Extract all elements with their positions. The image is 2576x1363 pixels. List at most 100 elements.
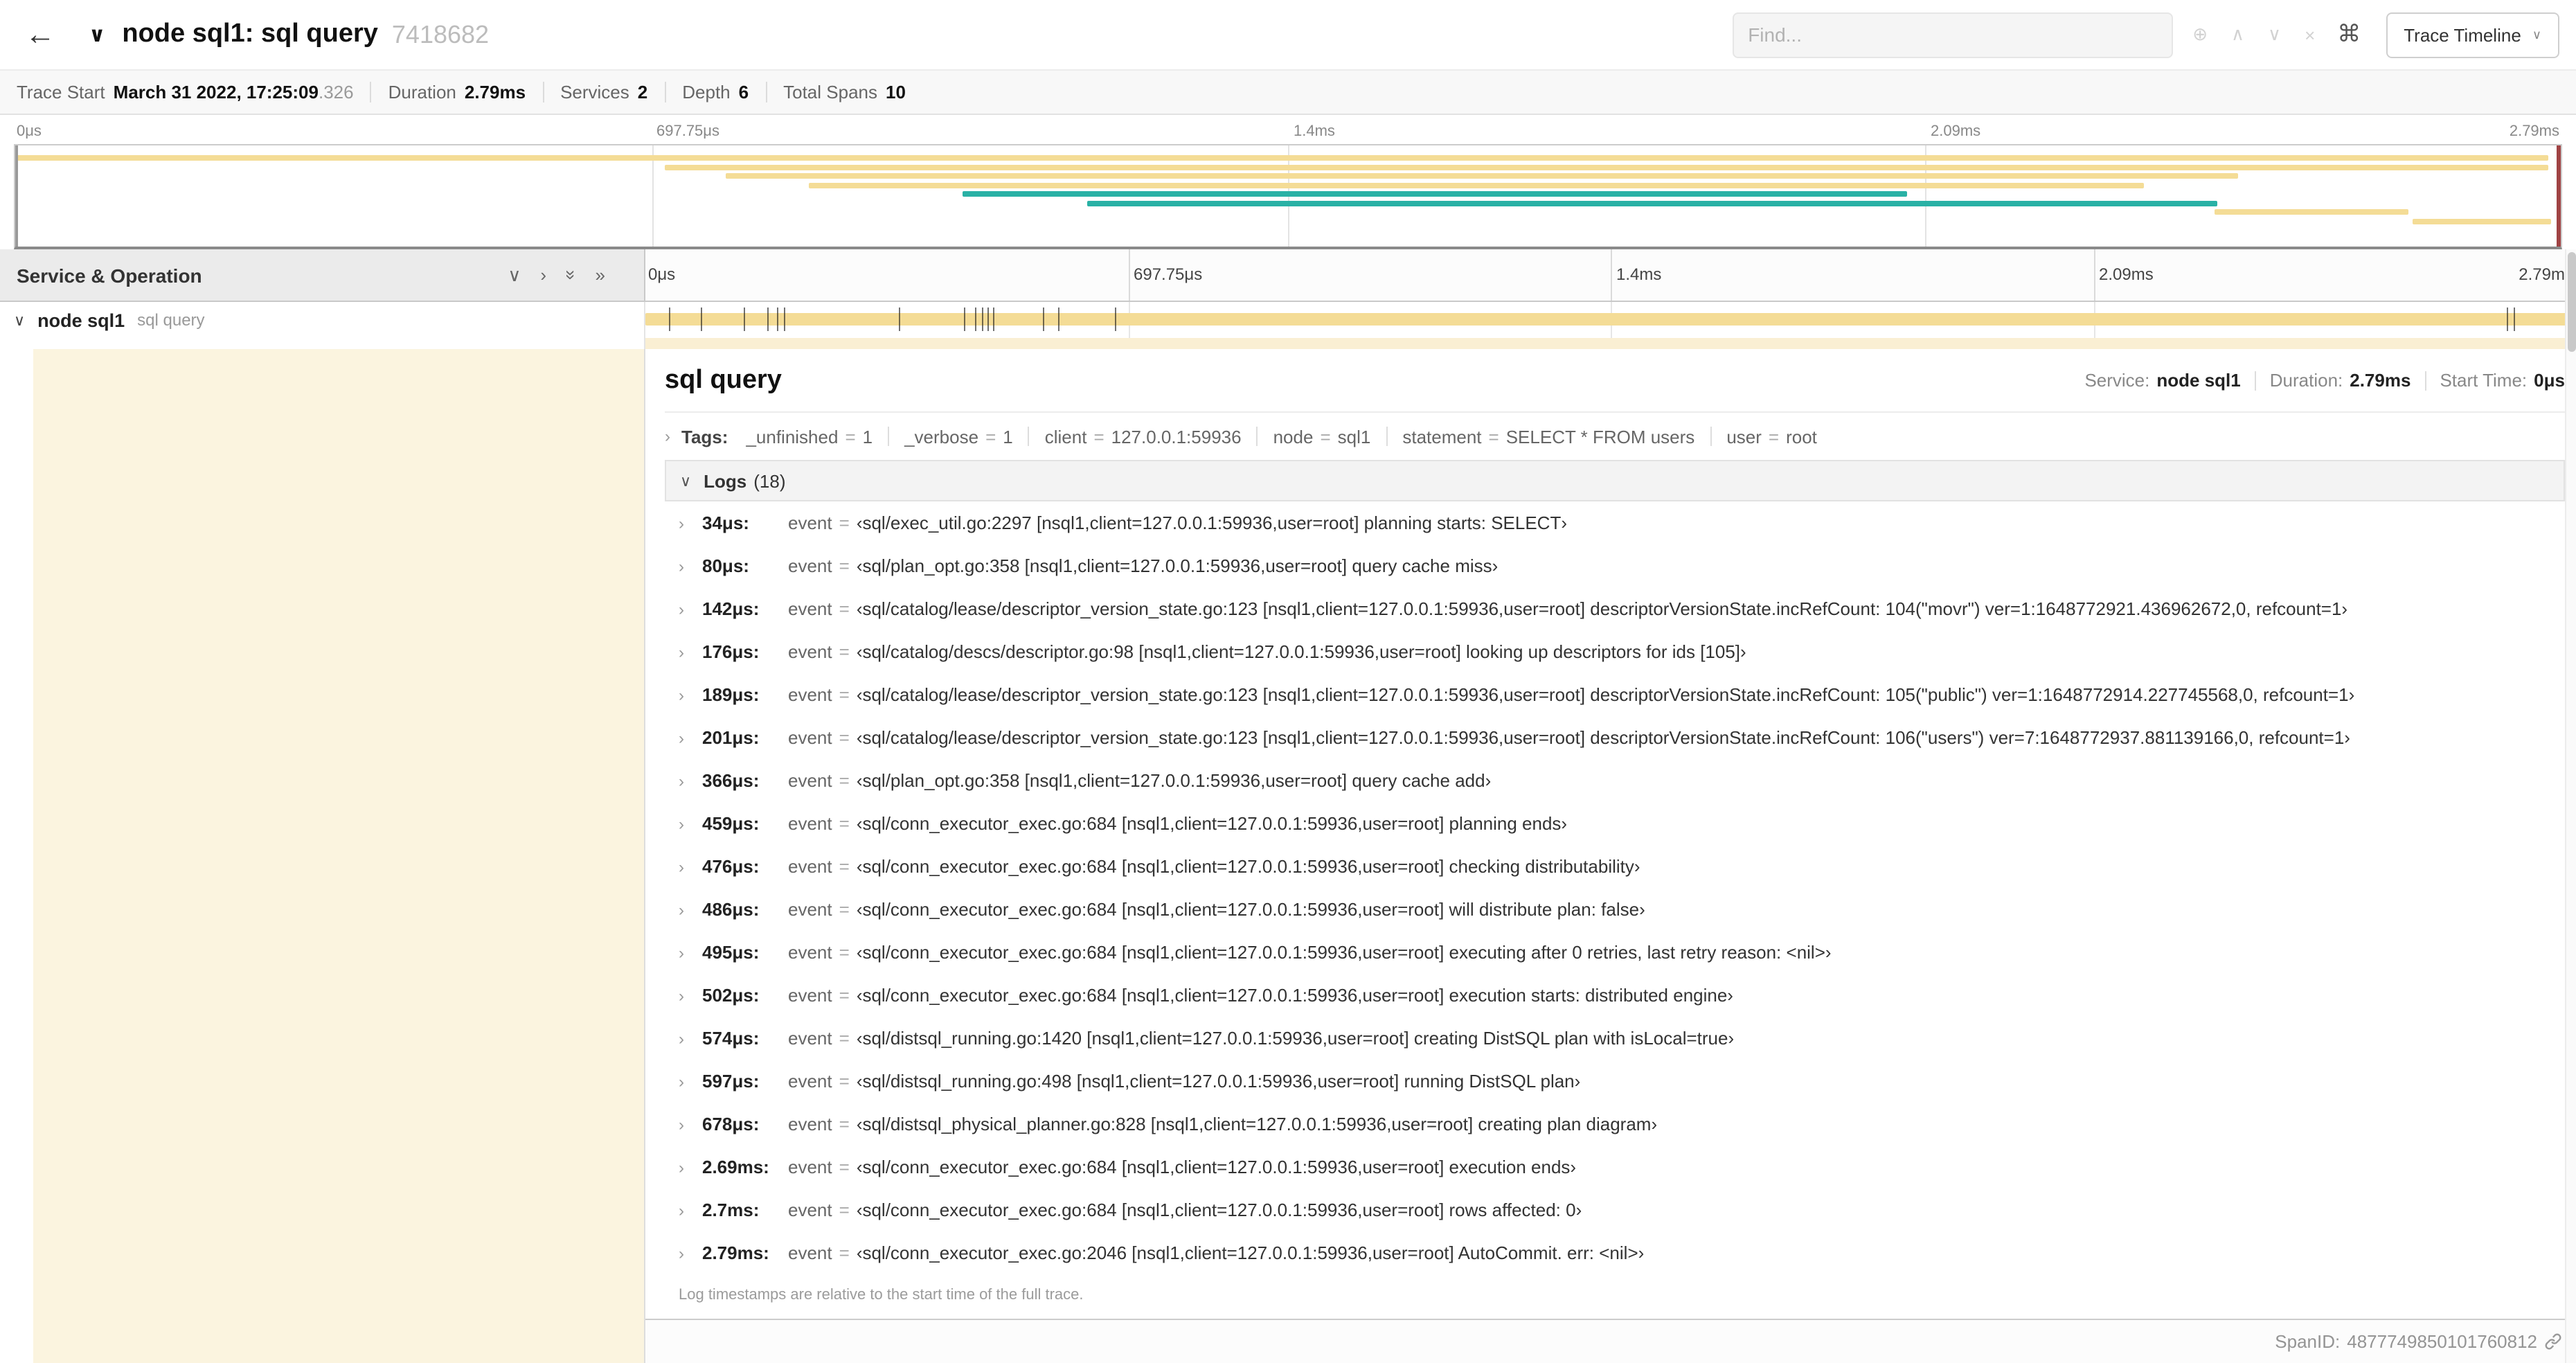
timeline-body: sql query Service: node sql1 Duration: 2… (0, 349, 2576, 1363)
log-event-tick (2514, 308, 2516, 331)
tags-expand-chevron-icon[interactable]: › (665, 427, 670, 446)
keyboard-shortcuts-icon[interactable]: ⌘ (2337, 21, 2361, 48)
span-expand-chevron-icon[interactable]: ∨ (14, 311, 25, 329)
logs-section-header[interactable]: ∨ Logs (18) (665, 460, 2565, 501)
log-event-tick (744, 308, 746, 331)
collapse-one-icon[interactable]: ∨ (508, 264, 521, 286)
log-row[interactable]: › 366μs: event = ‹sql/plan_opt.go:358 [n… (665, 759, 2565, 802)
span-meta-value: node sql1 (2156, 370, 2241, 391)
ruler-gridline (1128, 249, 1129, 301)
span-row-name-cell[interactable]: ∨ node sql1 sql query (0, 302, 645, 338)
log-row[interactable]: › 597μs: event = ‹sql/distsql_running.go… (665, 1060, 2565, 1103)
span-meta-label: Service: (2084, 370, 2150, 391)
log-expand-chevron-icon[interactable]: › (679, 642, 702, 661)
log-expand-chevron-icon[interactable]: › (679, 857, 702, 876)
log-field-key: event (788, 555, 832, 576)
trace-timeline-dropdown[interactable]: Trace Timeline ∨ (2386, 12, 2559, 57)
focus-icon[interactable]: ⊕ (2192, 24, 2208, 46)
log-expand-chevron-icon[interactable]: › (679, 728, 702, 747)
log-row[interactable]: › 80μs: event = ‹sql/plan_opt.go:358 [ns… (665, 544, 2565, 587)
span-meta-label: Duration: (2269, 370, 2343, 391)
log-row[interactable]: › 502μs: event = ‹sql/conn_executor_exec… (665, 974, 2565, 1017)
log-expand-chevron-icon[interactable]: › (679, 513, 702, 533)
minimap-span-bar (962, 191, 1907, 197)
scrollbar-thumb[interactable] (2568, 252, 2576, 352)
log-row[interactable]: › 176μs: event = ‹sql/catalog/descs/desc… (665, 630, 2565, 673)
collapse-all-icon[interactable]: » (560, 270, 581, 280)
log-timestamp: 597μs: (702, 1071, 760, 1092)
logs-collapse-chevron-icon[interactable]: ∨ (680, 472, 691, 490)
log-row[interactable]: › 189μs: event = ‹sql/catalog/lease/desc… (665, 673, 2565, 716)
selected-span-strip-bar (645, 338, 2576, 349)
log-timestamp: 201μs: (702, 727, 760, 748)
log-expand-chevron-icon[interactable]: › (679, 1071, 702, 1091)
log-expand-chevron-icon[interactable]: › (679, 771, 702, 790)
log-row[interactable]: › 486μs: event = ‹sql/conn_executor_exec… (665, 888, 2565, 931)
minimap-canvas[interactable] (14, 144, 2562, 249)
span-operation-name: sql query (137, 310, 205, 330)
log-field-value: ‹sql/conn_executor_exec.go:684 [nsql1,cl… (856, 1157, 1577, 1177)
find-input[interactable] (1733, 12, 2174, 57)
log-event-tick (776, 308, 778, 331)
log-row[interactable]: › 574μs: event = ‹sql/distsql_running.go… (665, 1017, 2565, 1060)
back-arrow-icon[interactable]: ← (17, 17, 69, 53)
log-event-tick (981, 308, 983, 331)
find-prev-icon[interactable]: ∧ (2231, 24, 2244, 46)
tag-item: _verbose = 1 (904, 426, 1045, 447)
span-link-icon[interactable] (2544, 1332, 2562, 1350)
tags-section[interactable]: › Tags: _unfinished = 1 _verbose = 1 cli… (665, 413, 2565, 460)
find-clear-icon[interactable]: × (2305, 24, 2315, 45)
tag-item: statement = SELECT * FROM users (1402, 426, 1726, 447)
log-event-tick (767, 308, 769, 331)
log-expand-chevron-icon[interactable]: › (679, 685, 702, 704)
minimap-left-scrubber[interactable] (15, 145, 18, 247)
summary-item: Services 2 (560, 82, 682, 103)
log-row[interactable]: › 2.79ms: event = ‹sql/conn_executor_exe… (665, 1231, 2565, 1274)
log-field-value: ‹sql/conn_executor_exec.go:2046 [nsql1,c… (856, 1242, 1645, 1263)
summary-value: March 31 2022, 17:25:09 (113, 82, 319, 103)
log-event-tick (992, 308, 994, 331)
log-expand-chevron-icon[interactable]: › (679, 1243, 702, 1263)
tag-key: _verbose (904, 426, 979, 447)
span-row-timeline-cell[interactable] (645, 302, 2576, 338)
log-row[interactable]: › 2.69ms: event = ‹sql/conn_executor_exe… (665, 1146, 2565, 1188)
expand-one-icon[interactable]: › (540, 265, 546, 285)
span-bar[interactable] (645, 313, 2576, 326)
log-expand-chevron-icon[interactable]: › (679, 1028, 702, 1048)
minimap-span-bar (725, 173, 2238, 179)
span-meta-item: Service: node sql1 (2084, 370, 2269, 391)
log-row[interactable]: › 142μs: event = ‹sql/catalog/lease/desc… (665, 587, 2565, 630)
log-row[interactable]: › 476μs: event = ‹sql/conn_executor_exec… (665, 845, 2565, 888)
trace-minimap: 0μs 697.75μs 1.4ms 2.09ms 2.79ms (0, 115, 2576, 249)
log-equals: = (839, 727, 850, 748)
minimap-right-scrubber[interactable] (2557, 145, 2561, 247)
log-row[interactable]: › 34μs: event = ‹sql/exec_util.go:2297 [… (665, 501, 2565, 544)
minimap-tick-label: 2.79ms (2509, 123, 2559, 140)
summary-value: 2 (637, 82, 648, 103)
log-expand-chevron-icon[interactable]: › (679, 1114, 702, 1134)
log-expand-chevron-icon[interactable]: › (679, 943, 702, 962)
log-field-key: event (788, 684, 832, 705)
log-expand-chevron-icon[interactable]: › (679, 900, 702, 919)
trace-collapse-chevron-icon[interactable]: ∨ (89, 22, 105, 47)
span-service-name: node sql1 (37, 310, 125, 330)
log-event-tick (2506, 308, 2508, 331)
log-field-value: ‹sql/plan_opt.go:358 [nsql1,client=127.0… (856, 555, 1499, 576)
log-row[interactable]: › 201μs: event = ‹sql/catalog/lease/desc… (665, 716, 2565, 759)
log-equals: = (839, 985, 850, 1006)
summary-label: Total Spans (783, 82, 877, 103)
log-expand-chevron-icon[interactable]: › (679, 986, 702, 1005)
log-row[interactable]: › 2.7ms: event = ‹sql/conn_executor_exec… (665, 1188, 2565, 1231)
expand-all-icon[interactable]: » (596, 265, 605, 285)
log-expand-chevron-icon[interactable]: › (679, 814, 702, 833)
log-expand-chevron-icon[interactable]: › (679, 1157, 702, 1177)
log-row[interactable]: › 459μs: event = ‹sql/conn_executor_exec… (665, 802, 2565, 845)
log-expand-chevron-icon[interactable]: › (679, 1200, 702, 1220)
log-equals: = (839, 684, 850, 705)
log-expand-chevron-icon[interactable]: › (679, 599, 702, 618)
log-event-tick (987, 308, 989, 331)
log-row[interactable]: › 678μs: event = ‹sql/distsql_physical_p… (665, 1103, 2565, 1146)
log-expand-chevron-icon[interactable]: › (679, 556, 702, 576)
log-row[interactable]: › 495μs: event = ‹sql/conn_executor_exec… (665, 931, 2565, 974)
find-next-icon[interactable]: ∨ (2268, 24, 2281, 46)
